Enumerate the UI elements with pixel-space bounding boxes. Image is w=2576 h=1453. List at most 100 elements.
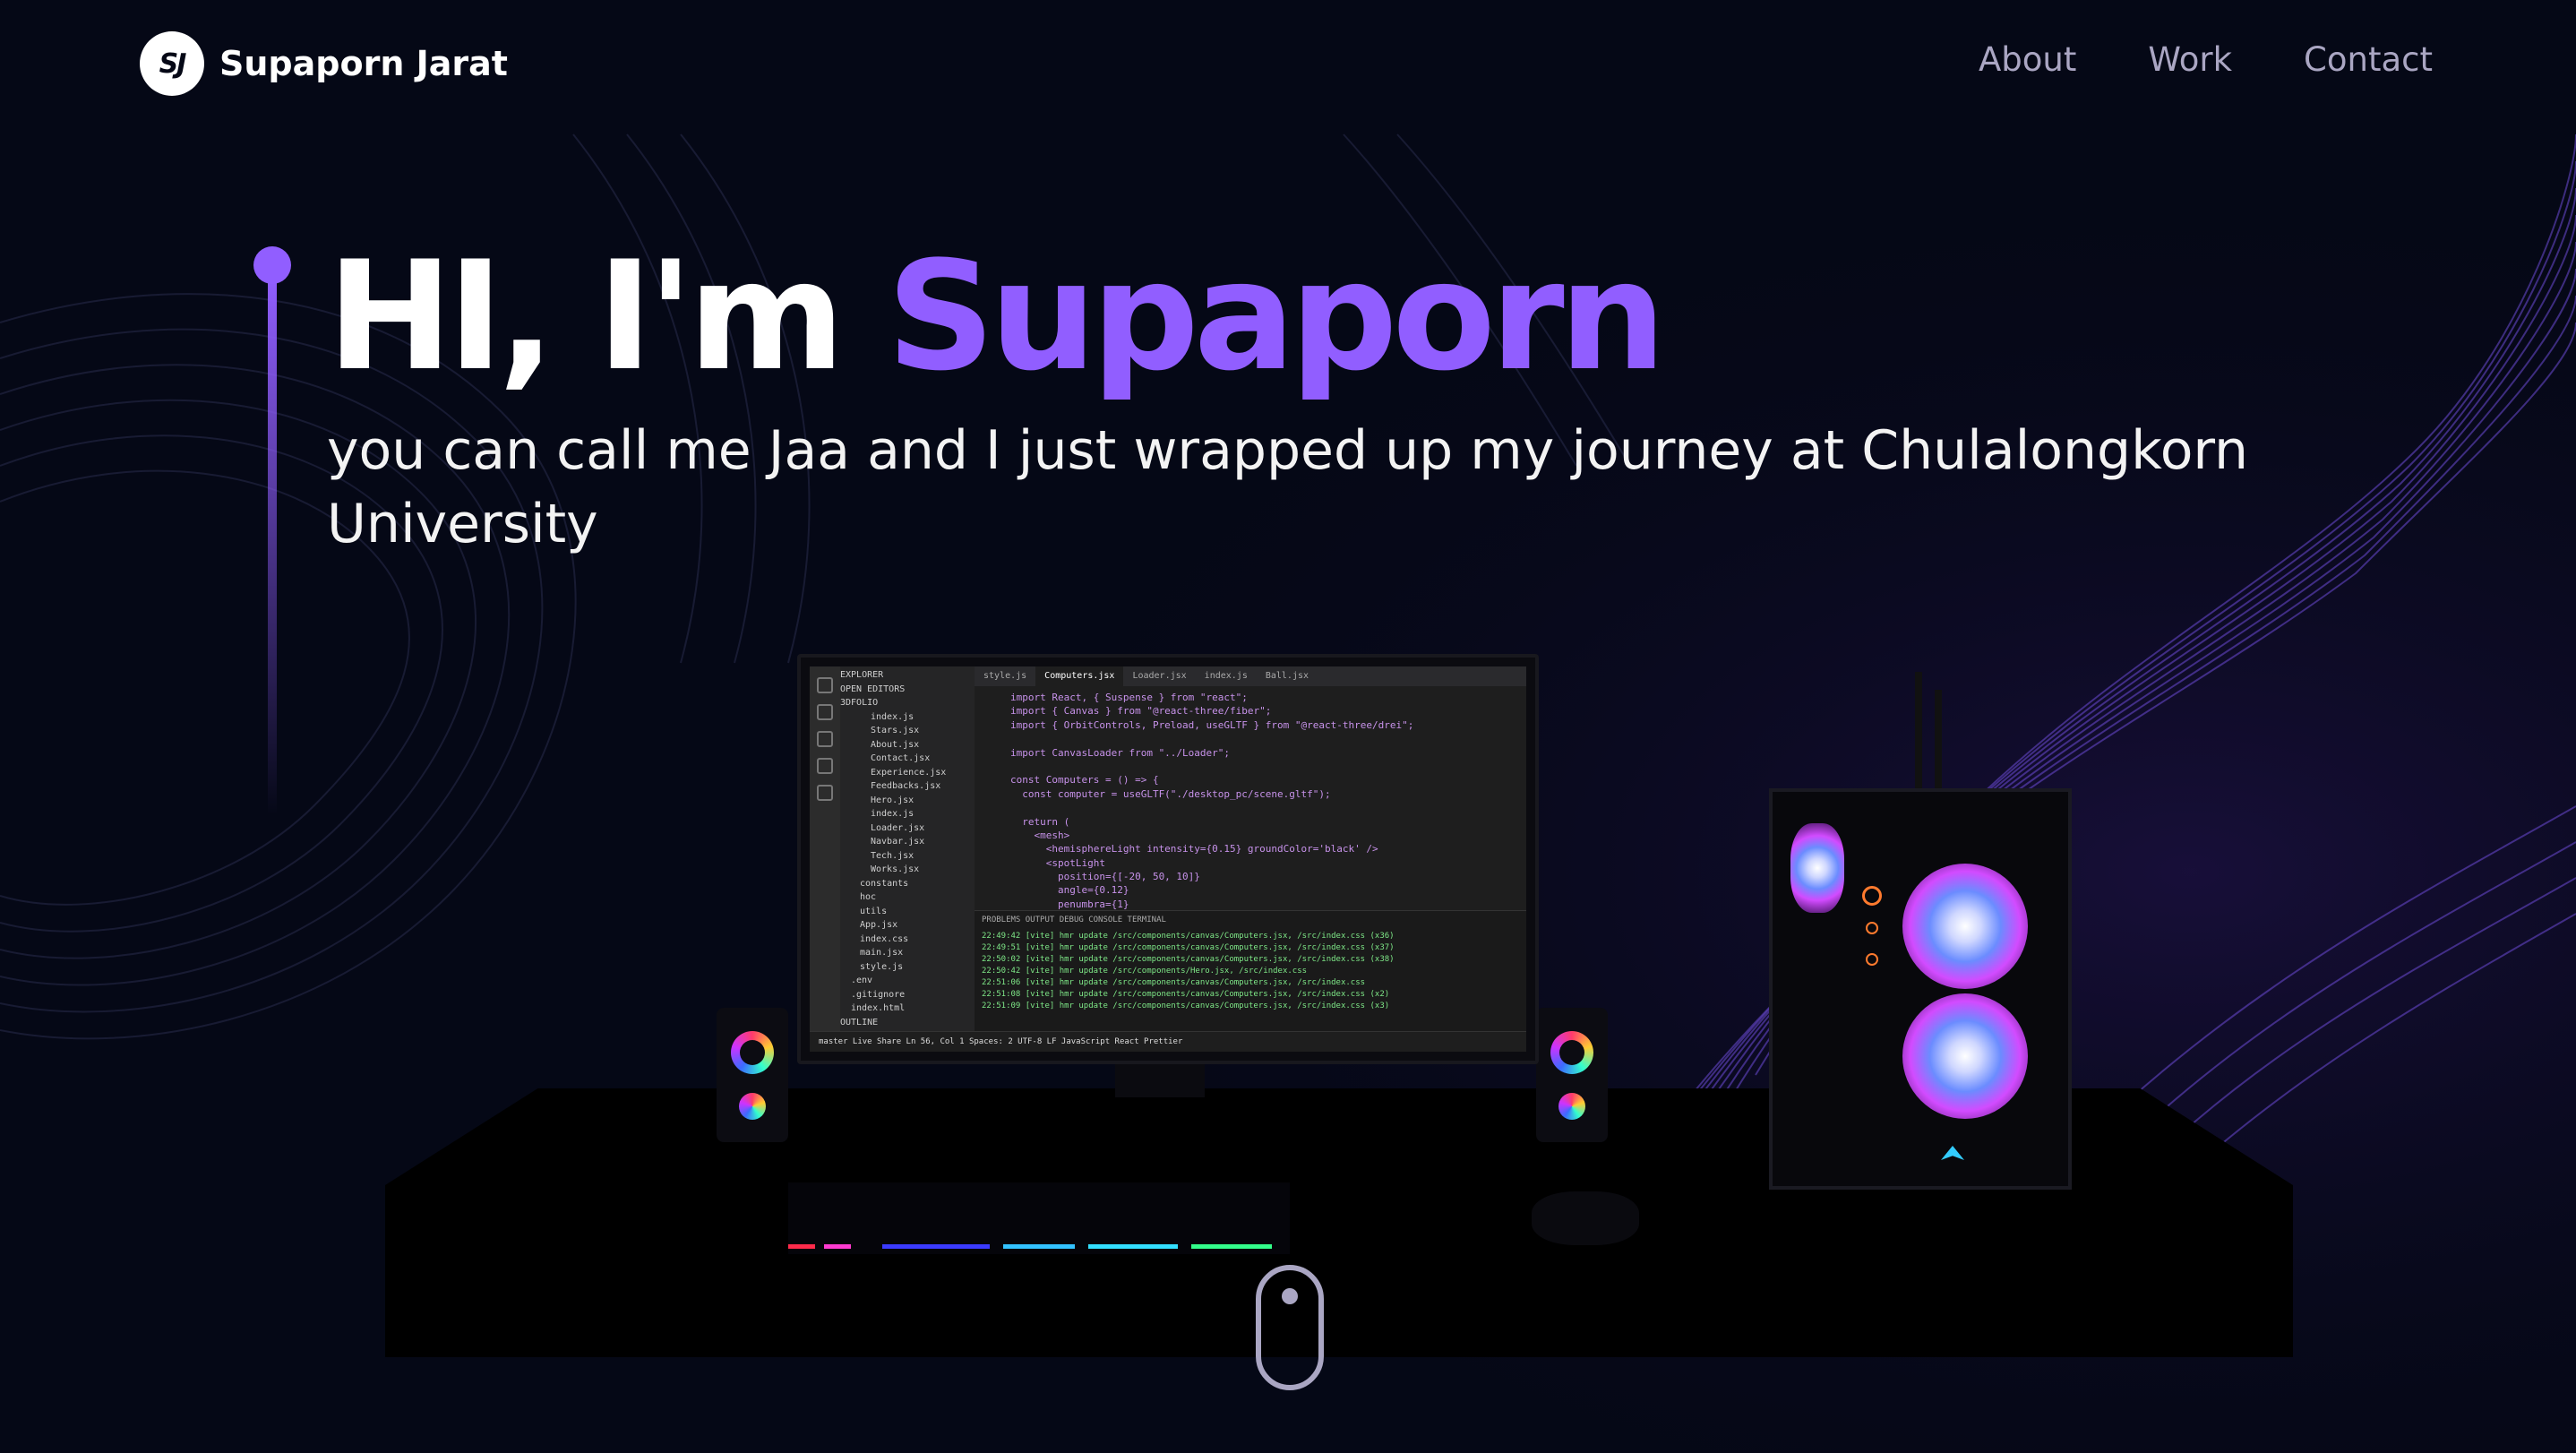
editor-tabs: style.js Computers.jsx Loader.jsx index.… xyxy=(975,666,1526,686)
explorer-item: index.js xyxy=(871,711,914,722)
explorer-item: Works.jsx xyxy=(871,864,920,874)
explorer-item: main.jsx xyxy=(860,948,904,958)
code-line: angle={0.12} xyxy=(1010,884,1129,897)
right-speaker xyxy=(1536,1008,1608,1142)
terminal-line: 22:49:42 [vite] hmr update /src/componen… xyxy=(982,932,1395,941)
speaker-ring-inner xyxy=(1559,1040,1584,1065)
code-line: import React, { Suspense } from "react"; xyxy=(1010,692,1248,703)
explorer-item: utils xyxy=(860,906,888,916)
logo[interactable]: SJ Supaporn Jarat xyxy=(140,31,508,96)
terminal-line: 22:50:42 [vite] hmr update /src/componen… xyxy=(982,967,1308,976)
explorer-panel: EXPLORER OPEN EDITORS 3DFOLIO index.js S… xyxy=(840,666,975,1032)
keyboard-led xyxy=(1003,1244,1075,1249)
hero-title: HI, I'm Supaporn xyxy=(327,228,1666,404)
keyboard-led xyxy=(1088,1244,1178,1249)
editor-tab: Loader.jsx xyxy=(1132,671,1187,681)
files-icon xyxy=(817,677,833,693)
explorer-item: Hero.jsx xyxy=(871,795,914,805)
fan-icon xyxy=(1790,823,1844,913)
explorer-item: index.css xyxy=(860,933,909,944)
code-line: import { Canvas } from "@react-three/fib… xyxy=(1010,705,1272,718)
pc-antenna xyxy=(1915,672,1922,797)
speaker-ring-small xyxy=(1558,1093,1585,1120)
keyboard-led xyxy=(824,1244,851,1249)
explorer-item: Stars.jsx xyxy=(871,726,920,735)
nav-link-work[interactable]: Work xyxy=(2148,40,2232,79)
explorer-item: About.jsx xyxy=(871,739,920,750)
explorer-item: index.js xyxy=(871,809,914,819)
explorer-item: Tech.jsx xyxy=(871,850,914,861)
code-line: position={[-20, 50, 10]} xyxy=(1010,871,1200,883)
code-line: import { OrbitControls, Preload, useGLTF… xyxy=(1010,718,1414,731)
scroll-down-indicator[interactable] xyxy=(1256,1265,1324,1390)
explorer-item: index.html xyxy=(851,1003,906,1013)
explorer-item: Feedbacks.jsx xyxy=(871,781,941,791)
explorer-item: 3DFOLIO xyxy=(840,698,879,708)
pc-led xyxy=(1866,922,1878,934)
nav-link-about[interactable]: About xyxy=(1979,40,2076,79)
editor-tab: index.js xyxy=(1204,671,1248,681)
code-line: <hemisphereLight intensity={0.15} ground… xyxy=(1010,843,1378,855)
speaker-ring-inner xyxy=(740,1040,765,1065)
left-speaker xyxy=(717,1008,788,1142)
pc-led xyxy=(1862,886,1882,906)
extensions-icon xyxy=(817,785,833,801)
hero-subtitle: you can call me Jaa and I just wrapped u… xyxy=(327,419,2249,555)
monitor-stand xyxy=(1115,1062,1205,1097)
logo-initials: SJ xyxy=(159,47,187,80)
terminal-line: 22:51:08 [vite] hmr update /src/componen… xyxy=(982,990,1390,999)
explorer-item: OUTLINE xyxy=(840,1017,879,1027)
terminal-panel: PROBLEMS OUTPUT DEBUG CONSOLE TERMINAL 2… xyxy=(975,910,1526,1032)
code-line: const Computers = () => { xyxy=(1010,774,1159,787)
keyboard-led xyxy=(788,1244,815,1249)
explorer-item: constants xyxy=(860,878,909,889)
explorer-item: Experience.jsx xyxy=(871,767,947,778)
hero-title-prefix: HI, I'm xyxy=(327,228,887,404)
code-line: <spotLight xyxy=(1010,856,1105,869)
monitor: EXPLORER OPEN EDITORS 3DFOLIO index.js S… xyxy=(797,654,1539,1064)
explorer-item: EXPLORER xyxy=(840,670,884,680)
code-line: return ( xyxy=(1010,815,1070,828)
source-control-icon xyxy=(817,731,833,747)
logo-badge: SJ xyxy=(140,31,204,96)
logo-name: Supaporn Jarat xyxy=(219,44,508,83)
explorer-item: Loader.jsx xyxy=(871,822,925,833)
hero-title-name: Supaporn xyxy=(886,228,1666,404)
search-icon xyxy=(817,704,833,720)
editor-tab: style.js xyxy=(983,671,1027,681)
editor-tab-active: Computers.jsx xyxy=(1035,666,1124,686)
explorer-item: App.jsx xyxy=(860,920,898,930)
desk-mouse xyxy=(1532,1191,1639,1245)
explorer-item: style.js xyxy=(860,961,904,972)
debug-icon xyxy=(817,758,833,774)
navbar: SJ Supaporn Jarat About Work Contact xyxy=(0,0,2576,130)
explorer-item: .gitignore xyxy=(851,989,906,1000)
keyboard-led xyxy=(882,1244,990,1249)
nav-link-contact[interactable]: Contact xyxy=(2304,40,2433,79)
keyboard xyxy=(788,1182,1290,1254)
nav-links: About Work Contact xyxy=(1979,40,2433,79)
terminal-line: 22:49:51 [vite] hmr update /src/componen… xyxy=(982,943,1395,952)
scroll-dot xyxy=(1282,1288,1298,1304)
fan-icon xyxy=(1902,864,2028,989)
code-line: const computer = useGLTF("./desktop_pc/s… xyxy=(1010,787,1331,800)
explorer-item: .env xyxy=(851,976,873,985)
pc-tower xyxy=(1769,788,2072,1190)
editor-status-bar: master Live Share Ln 56, Col 1 Spaces: 2… xyxy=(810,1031,1526,1052)
terminal-tabs: PROBLEMS OUTPUT DEBUG CONSOLE TERMINAL xyxy=(982,916,1166,924)
explorer-item: Navbar.jsx xyxy=(871,837,925,847)
terminal-line: 22:51:09 [vite] hmr update /src/componen… xyxy=(982,1002,1390,1010)
explorer-item: hoc xyxy=(860,892,877,902)
speaker-ring-small xyxy=(739,1093,766,1120)
code-editor: style.js Computers.jsx Loader.jsx index.… xyxy=(975,666,1526,1032)
fan-icon xyxy=(1902,993,2028,1119)
explorer-item: OPEN EDITORS xyxy=(840,684,906,694)
pc-led xyxy=(1866,953,1878,966)
editor-tab: Ball.jsx xyxy=(1265,671,1309,681)
terminal-line: 22:51:06 [vite] hmr update /src/componen… xyxy=(982,978,1366,987)
monitor-screen: EXPLORER OPEN EDITORS 3DFOLIO index.js S… xyxy=(810,666,1526,1052)
code-line: import CanvasLoader from "../Loader"; xyxy=(1010,746,1231,759)
